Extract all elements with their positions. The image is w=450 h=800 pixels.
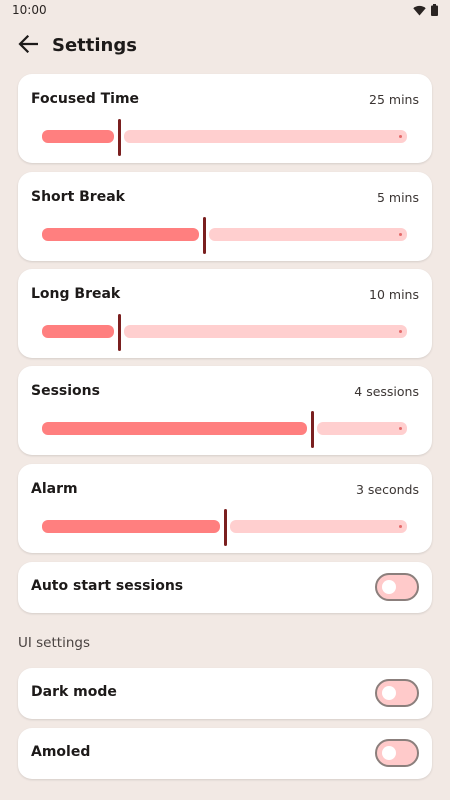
slider-inactive-track — [229, 520, 407, 533]
wifi-icon — [413, 1, 426, 20]
short-break-card: Short Break 5 mins — [18, 172, 432, 261]
status-time: 10:00 — [12, 3, 47, 17]
page-title: Settings — [52, 35, 137, 56]
slider-thumb[interactable] — [203, 217, 207, 254]
auto-start-switch[interactable] — [375, 573, 419, 601]
ui-settings-header: UI settings — [18, 635, 90, 651]
focused-time-slider[interactable] — [42, 119, 407, 156]
alarm-value: 3 seconds — [355, 482, 419, 497]
status-icons — [413, 3, 438, 16]
slider-inactive-track — [209, 228, 407, 241]
short-break-label: Short Break — [31, 189, 125, 205]
slider-active-track — [42, 422, 308, 435]
switch-knob — [382, 580, 396, 594]
sessions-card: Sessions 4 sessions — [18, 366, 432, 455]
switch-knob — [382, 686, 396, 700]
alarm-label: Alarm — [31, 481, 78, 497]
slider-stop-dot — [399, 233, 402, 236]
slider-active-track — [42, 228, 200, 241]
long-break-label: Long Break — [31, 286, 121, 302]
slider-stop-dot — [399, 135, 402, 138]
long-break-value: 10 mins — [369, 287, 419, 302]
slider-active-track — [42, 325, 114, 338]
auto-start-card: Auto start sessions — [18, 562, 432, 613]
slider-active-track — [42, 520, 220, 533]
focused-time-value: 25 mins — [369, 92, 419, 107]
back-button[interactable] — [12, 30, 44, 62]
amoled-switch[interactable] — [375, 739, 419, 767]
slider-thumb[interactable] — [117, 119, 121, 156]
arrow-left-icon — [18, 34, 39, 57]
amoled-card: Amoled — [18, 728, 432, 779]
sessions-label: Sessions — [31, 383, 100, 399]
dark-mode-switch[interactable] — [375, 679, 419, 707]
auto-start-label: Auto start sessions — [31, 578, 184, 594]
sessions-value: 4 sessions — [354, 384, 419, 399]
app-bar: Settings — [0, 28, 450, 64]
slider-stop-dot — [399, 427, 402, 430]
short-break-slider[interactable] — [42, 217, 407, 254]
slider-thumb[interactable] — [117, 314, 121, 351]
slider-inactive-track — [123, 130, 407, 143]
slider-thumb[interactable] — [223, 509, 227, 546]
battery-icon — [431, 1, 438, 20]
alarm-card: Alarm 3 seconds — [18, 464, 432, 553]
focused-time-card: Focused Time 25 mins — [18, 74, 432, 163]
dark-mode-card: Dark mode — [18, 668, 432, 719]
slider-stop-dot — [399, 525, 402, 528]
long-break-slider[interactable] — [42, 314, 407, 351]
slider-active-track — [42, 130, 114, 143]
slider-inactive-track — [123, 325, 407, 338]
amoled-label: Amoled — [31, 744, 91, 760]
slider-inactive-track — [317, 422, 407, 435]
sessions-slider[interactable] — [42, 411, 407, 448]
focused-time-label: Focused Time — [31, 91, 140, 107]
long-break-card: Long Break 10 mins — [18, 269, 432, 358]
slider-thumb[interactable] — [311, 411, 315, 448]
alarm-slider[interactable] — [42, 509, 407, 546]
short-break-value: 5 mins — [376, 190, 419, 205]
slider-stop-dot — [399, 330, 402, 333]
status-bar: 10:00 — [0, 0, 450, 22]
dark-mode-label: Dark mode — [31, 684, 117, 700]
switch-knob — [382, 746, 396, 760]
